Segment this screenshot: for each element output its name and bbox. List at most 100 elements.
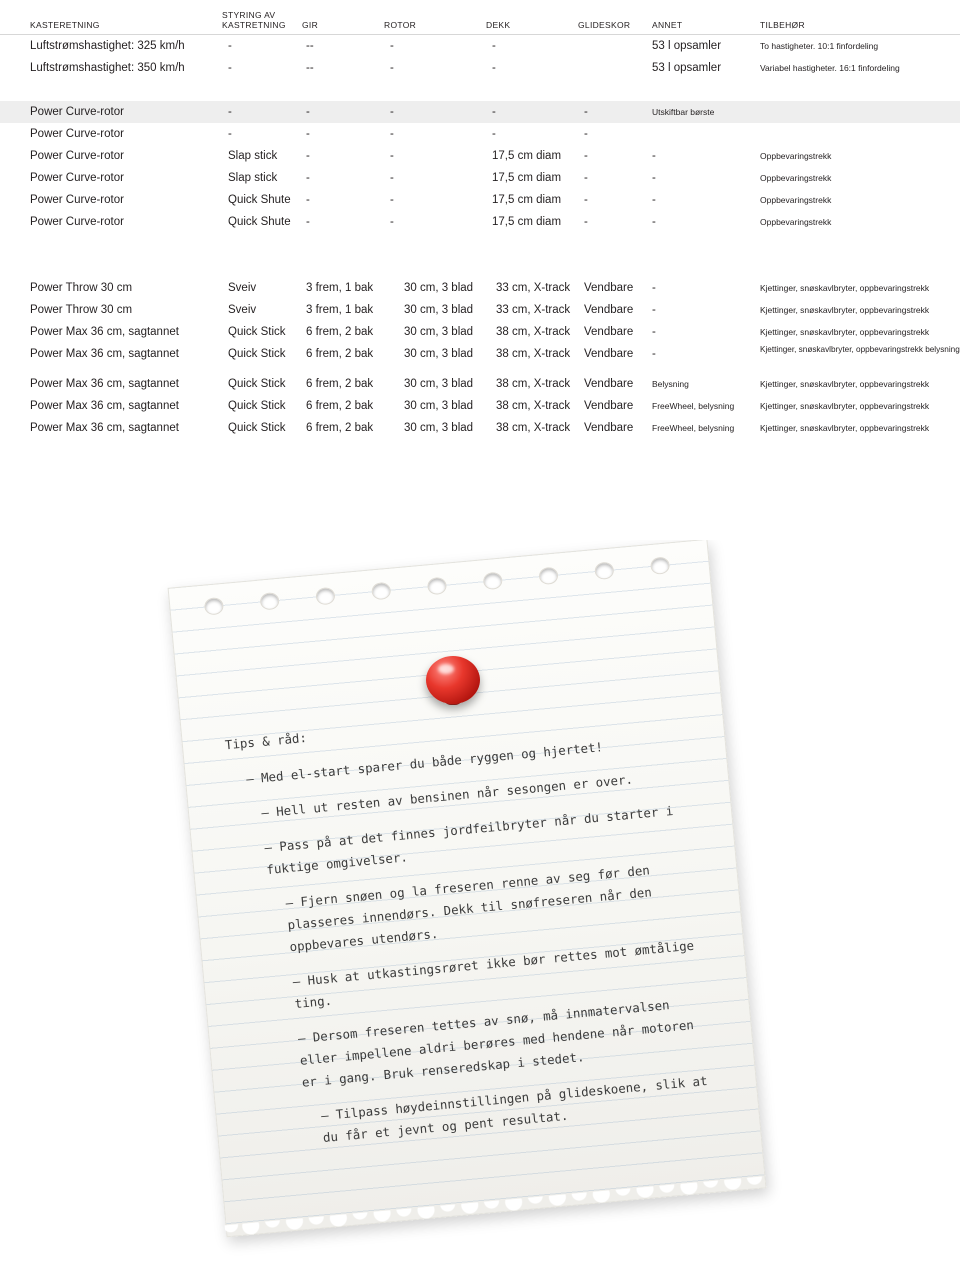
table-cell: Quick Stick bbox=[228, 378, 286, 390]
table-cell: Power Curve-rotor bbox=[30, 194, 124, 206]
table-cell: Kjettinger, snøskavlbryter, oppbevarings… bbox=[760, 283, 930, 293]
table-cell: - bbox=[492, 128, 496, 140]
table-cell: 38 cm, X-track bbox=[496, 378, 571, 390]
table-cell: 38 cm, X-track bbox=[496, 400, 571, 412]
table-cell: - bbox=[390, 40, 394, 52]
table-row: Power Max 36 cm, sagtannet Quick Stick 6 f… bbox=[0, 395, 960, 417]
table-cell: Power Curve-rotor bbox=[30, 172, 124, 184]
table-cell: Vendbare bbox=[584, 304, 634, 316]
punch-hole bbox=[538, 566, 559, 586]
table-cell: 30 cm, 3 blad bbox=[404, 400, 474, 412]
table-cell: FreeWheel, belysning bbox=[652, 401, 735, 411]
table-cell: - bbox=[306, 172, 310, 184]
table-cell: 30 cm, 3 blad bbox=[404, 326, 474, 338]
table-cell: 6 frem, 2 bak bbox=[306, 400, 374, 412]
table-cell: Quick Stick bbox=[228, 348, 286, 360]
table-cell: Kjettinger, snøskavlbryter, oppbevarings… bbox=[760, 423, 930, 433]
table-cell: - bbox=[306, 150, 310, 162]
table-cell: - bbox=[652, 194, 656, 206]
table-cell: Power Curve-rotor bbox=[30, 150, 124, 162]
table-cell: - bbox=[584, 194, 588, 206]
table-cell: 17,5 cm diam bbox=[492, 172, 562, 184]
header-rotor: ROTOR bbox=[384, 20, 417, 30]
table-row: Power Max 36 cm, sagtannet Quick Stick 6 f… bbox=[0, 417, 960, 439]
table-cell: - bbox=[390, 216, 394, 228]
table-cell: Kjettinger, snøskavlbryter, oppbevarings… bbox=[760, 379, 930, 389]
table-cell: - bbox=[584, 150, 588, 162]
table-cell: 30 cm, 3 blad bbox=[404, 282, 474, 294]
punch-hole bbox=[482, 571, 504, 591]
table-cell: Quick Stick bbox=[228, 400, 286, 412]
table-row: Power Curve-rotor - - - - - bbox=[0, 123, 960, 145]
note-paper: Tips & råd: – Med el-start sparer du båd… bbox=[167, 540, 768, 1244]
table-cell: - bbox=[390, 62, 394, 74]
table-cell: Vendbare bbox=[584, 378, 634, 390]
table-cell: Power Curve-rotor bbox=[30, 106, 124, 118]
header-gir: GIR bbox=[302, 20, 319, 30]
punch-hole bbox=[203, 596, 225, 616]
table-cell: - bbox=[584, 106, 588, 118]
table-cell: - bbox=[584, 216, 588, 228]
table-cell: Power Throw 30 cm bbox=[30, 304, 133, 316]
pushpin-icon bbox=[426, 656, 480, 710]
table-cell: Quick Stick bbox=[228, 326, 286, 338]
table-cell: - bbox=[652, 304, 656, 316]
pushpin-ball bbox=[426, 656, 480, 704]
table-row: Power Throw 30 cm Sveiv 3 frem, 1 bak 30 cm… bbox=[0, 299, 960, 321]
table-cell: Vendbare bbox=[584, 400, 634, 412]
table-cell: -- bbox=[306, 40, 314, 52]
table-cell: FreeWheel, belysning bbox=[652, 423, 735, 433]
table-row: Power Max 36 cm, sagtannet Quick Stick 6 f… bbox=[0, 343, 960, 373]
table-row: Power Curve-rotor - - - - - Utskiftbar børste bbox=[0, 101, 960, 123]
table-cell: 38 cm, X-track bbox=[496, 326, 571, 338]
table-cell: - bbox=[306, 106, 310, 118]
table-cell: Oppbevaringstrekk bbox=[760, 173, 832, 183]
table-cell: Vendbare bbox=[584, 326, 634, 338]
table-cell: 17,5 cm diam bbox=[492, 150, 562, 162]
table-cell: Quick Shute bbox=[228, 194, 291, 206]
table-cell: Utskiftbar børste bbox=[652, 107, 715, 117]
table-cell: Power Curve-rotor bbox=[30, 128, 124, 140]
table-cell: - bbox=[390, 106, 394, 118]
table-cell: - bbox=[652, 172, 656, 184]
table-cell: - bbox=[390, 194, 394, 206]
table-cell: Slap stick bbox=[228, 172, 278, 184]
table-cell: - bbox=[390, 150, 394, 162]
table-cell: Luftstrømshastighet: 350 km/h bbox=[30, 62, 185, 74]
table-cell: - bbox=[228, 128, 232, 140]
table-row: Power Curve-rotor Slap stick - - 17,5 cm dia… bbox=[0, 145, 960, 167]
pushpin-highlight bbox=[438, 664, 454, 674]
table-cell: - bbox=[492, 106, 496, 118]
table-cell: Power Max 36 cm, sagtannet bbox=[30, 378, 179, 390]
table-cell: Vendbare bbox=[584, 282, 634, 294]
table-cell: - bbox=[584, 172, 588, 184]
table-cell: Kjettinger, snøskavlbryter, oppbevarings… bbox=[760, 305, 930, 315]
table-cell: Kjettinger, snøskavlbryter, oppbevarings… bbox=[760, 327, 930, 337]
punch-hole bbox=[371, 581, 392, 601]
table-cell: 30 cm, 3 blad bbox=[404, 304, 474, 316]
spec-table: Luftstrømshastighet: 325 km/h - -- - -53 l o… bbox=[0, 35, 960, 439]
table-cell: - bbox=[306, 128, 310, 140]
table-cell: Sveiv bbox=[228, 282, 257, 294]
tips-note-area: Tips & råd: – Med el-start sparer du båd… bbox=[0, 540, 960, 1281]
punch-hole bbox=[649, 556, 671, 575]
table-cell: - bbox=[652, 150, 656, 162]
table-cell: 53 l opsamler bbox=[652, 62, 722, 74]
table-cell: Quick Stick bbox=[228, 422, 286, 434]
table-cell: Power Throw 30 cm bbox=[30, 282, 133, 294]
table-cell: - bbox=[306, 194, 310, 206]
table-cell: Power Curve-rotor bbox=[30, 216, 124, 228]
table-cell: - bbox=[306, 216, 310, 228]
table-cell: Oppbevaringstrekk bbox=[760, 217, 832, 227]
table-cell: 30 cm, 3 blad bbox=[404, 422, 474, 434]
header-styring-line2: KASTRETNING bbox=[222, 20, 286, 30]
table-cell: - bbox=[228, 40, 232, 52]
table-cell: Vendbare bbox=[584, 422, 634, 434]
table-cell: - bbox=[492, 40, 496, 52]
table-cell: Power Max 36 cm, sagtannet bbox=[30, 348, 179, 360]
punch-hole bbox=[594, 561, 615, 581]
table-cell: - bbox=[492, 62, 496, 74]
table-cell: - bbox=[228, 106, 232, 118]
